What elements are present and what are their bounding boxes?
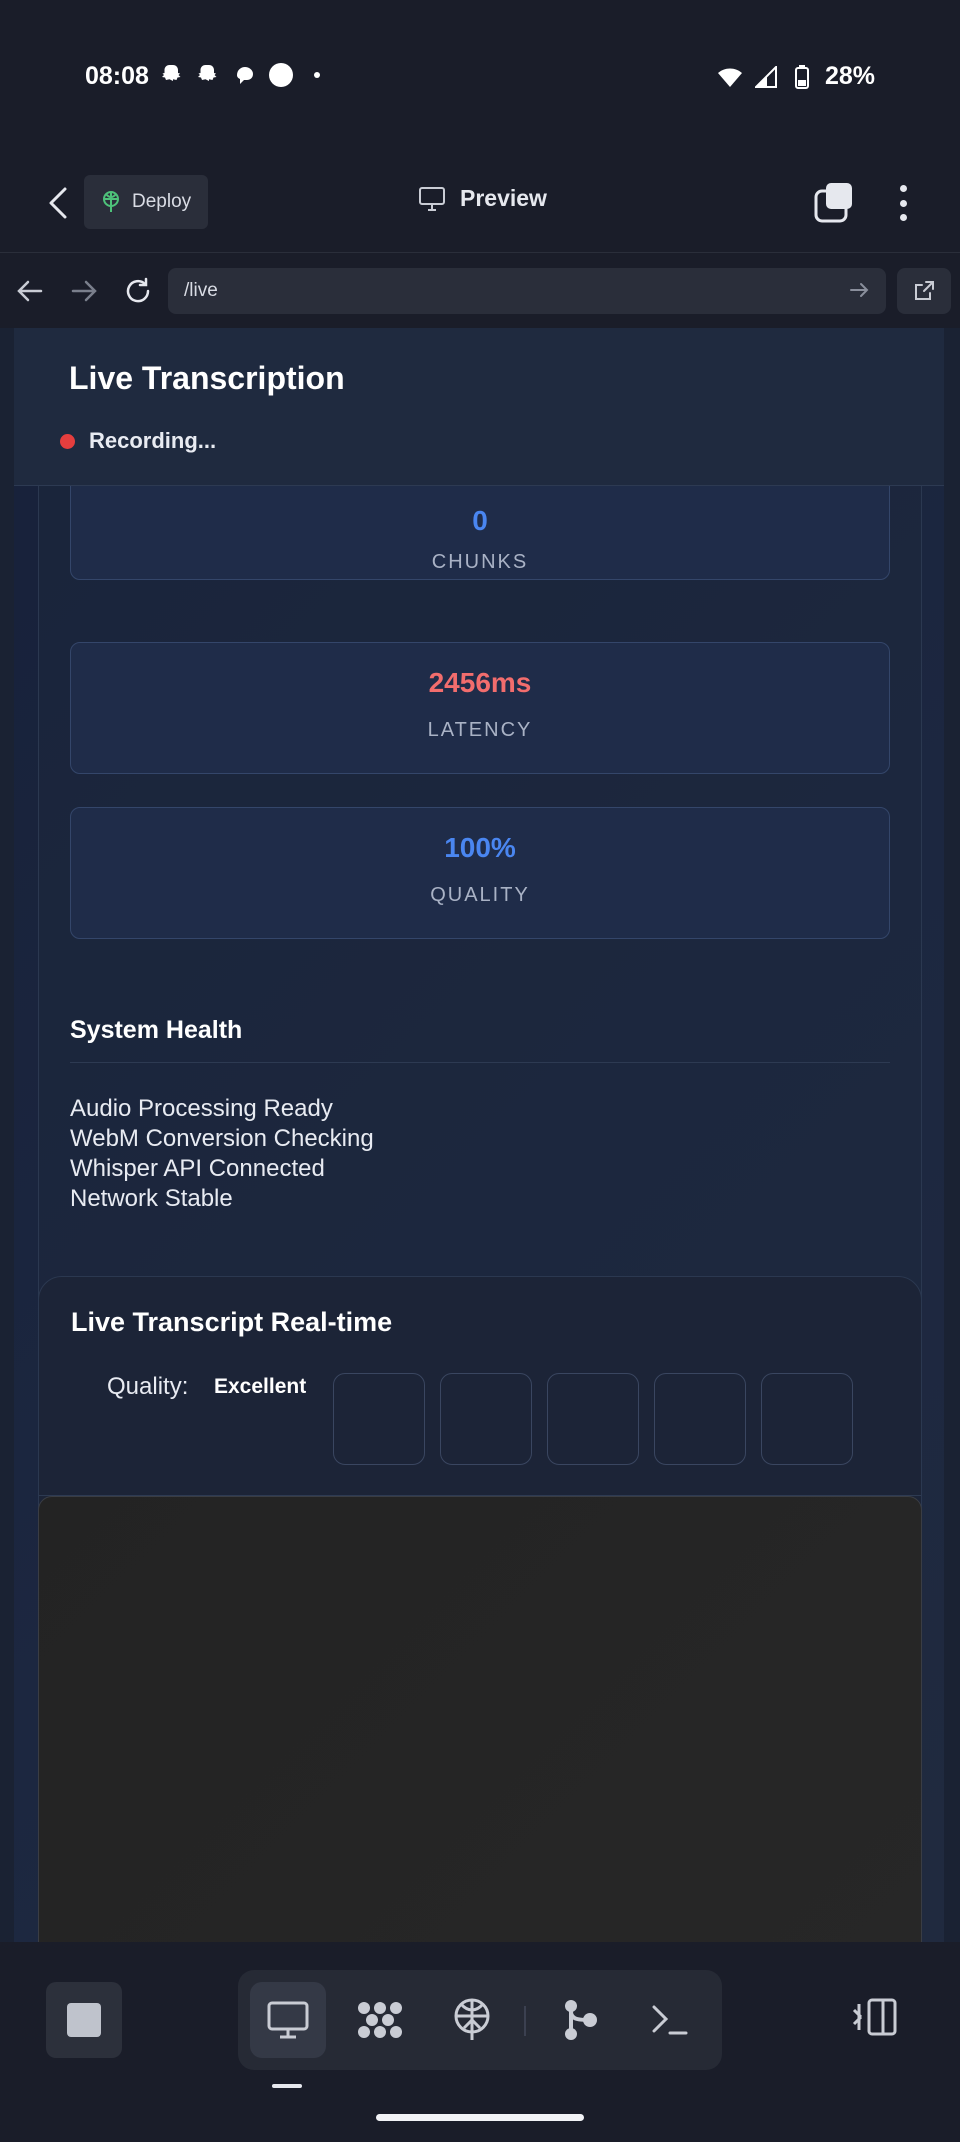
back-button[interactable] <box>38 183 78 223</box>
quality-indicator-box <box>547 1373 639 1465</box>
reload-button[interactable] <box>120 273 156 309</box>
terminal-icon <box>652 2005 688 2035</box>
arrow-left-icon <box>17 280 43 302</box>
preview-icon <box>267 2001 309 2039</box>
stat-value: 100% <box>71 832 889 864</box>
workflows-icon <box>358 2002 402 2038</box>
quality-value: 100% <box>444 832 516 863</box>
battery-percentage: 28% <box>824 62 875 90</box>
live-header: Live Transcription Recording... <box>14 328 944 486</box>
dock-tab-terminal[interactable] <box>632 1982 708 2058</box>
active-tab-indicator <box>272 2084 302 2088</box>
transcript-title: Live Transcript Real-time <box>71 1307 393 1337</box>
preview-label: Preview <box>460 185 547 211</box>
stat-value: 2456ms <box>71 667 889 699</box>
page-title: Live Transcription <box>69 360 345 396</box>
url-text: /live <box>184 280 218 301</box>
quality-value-text: Excellent <box>214 1375 307 1398</box>
signal-icon <box>753 64 779 90</box>
open-external-button[interactable] <box>897 268 951 314</box>
nav-back-button[interactable] <box>12 273 48 309</box>
wifi-icon <box>717 64 743 90</box>
snapchat-icon <box>160 62 186 88</box>
nav-forward-button[interactable] <box>66 273 102 309</box>
recording-status: Recording... <box>60 428 216 454</box>
tabs-button[interactable] <box>812 181 856 225</box>
health-item: Whisper API Connected <box>70 1155 325 1182</box>
transcript-output-area[interactable] <box>38 1496 922 1942</box>
stat-card-quality: 100% QUALITY <box>70 807 890 939</box>
browser-nav: /live <box>0 252 960 328</box>
more-dot <box>899 214 907 221</box>
arrow-right-icon <box>71 280 97 302</box>
status-bar: 08:08 28% <box>0 0 960 155</box>
monitor-icon <box>419 186 445 211</box>
url-input[interactable]: /live <box>168 268 886 314</box>
divider <box>70 1062 890 1063</box>
latency-value: 2456ms <box>428 667 532 698</box>
deploy-icon <box>103 191 119 212</box>
tab-separator <box>524 2006 526 2036</box>
chunks-value: 0 <box>472 505 488 536</box>
deploy-button[interactable]: Deploy <box>84 175 208 229</box>
recording-dot-icon <box>60 433 75 449</box>
dock-tab-git[interactable] <box>542 1982 618 2058</box>
health-item: Network Stable <box>70 1185 233 1212</box>
stop-button[interactable] <box>46 1982 122 2058</box>
threads-icon <box>232 62 258 88</box>
quality-label: Quality: <box>107 1373 189 1400</box>
chevron-left-icon <box>49 187 67 219</box>
reload-icon <box>126 277 150 303</box>
stat-label: CHUNKS <box>431 551 529 573</box>
go-arrow-icon[interactable] <box>848 278 874 304</box>
more-dot <box>899 199 907 207</box>
health-item: Audio Processing Ready <box>70 1095 333 1122</box>
battery-icon <box>789 64 815 90</box>
system-health-title: System Health <box>70 1016 243 1044</box>
more-options-button[interactable] <box>886 181 920 225</box>
quality-indicator-box <box>333 1373 425 1465</box>
quality-indicator-box <box>654 1373 746 1465</box>
quality-indicator-box <box>440 1373 532 1465</box>
external-link-icon <box>915 281 934 300</box>
bottom-dock <box>0 1942 960 2142</box>
stat-label: LATENCY <box>427 719 533 741</box>
quality-indicator-box <box>761 1373 853 1465</box>
deploy-globe-icon <box>454 1998 490 2040</box>
health-list: Audio Processing Ready WebM Conversion C… <box>70 1094 374 1214</box>
dock-tab-deploy[interactable] <box>434 1982 510 2058</box>
app-bar: Deploy Preview <box>0 155 960 252</box>
tabs-icon <box>814 183 852 223</box>
dock-tab-workflows[interactable] <box>342 1982 418 2058</box>
stop-icon <box>67 2003 101 2037</box>
web-content: 0 CHUNKS 2456ms LATENCY 100% QUALITY Sys… <box>0 328 960 1942</box>
status-time: 08:08 <box>85 62 149 90</box>
circle-icon <box>268 62 294 88</box>
stat-value: 0 <box>71 505 889 537</box>
git-icon <box>565 2000 597 2040</box>
side-panel-button[interactable] <box>850 1992 900 2042</box>
stat-card-latency: 2456ms LATENCY <box>70 642 890 774</box>
health-item: WebM Conversion Checking <box>70 1125 374 1152</box>
home-indicator[interactable] <box>376 2114 584 2121</box>
recording-label: Recording... <box>89 428 217 453</box>
stat-label: QUALITY <box>430 884 530 906</box>
deploy-label: Deploy <box>132 191 192 212</box>
dot-icon <box>304 62 330 88</box>
more-dot <box>899 185 907 192</box>
side-panel-icon <box>852 1998 897 2036</box>
snapchat-icon <box>196 62 222 88</box>
dock-tab-preview[interactable] <box>250 1982 326 2058</box>
preview-title: Preview <box>418 185 547 212</box>
dock-tabbar <box>238 1970 722 2070</box>
